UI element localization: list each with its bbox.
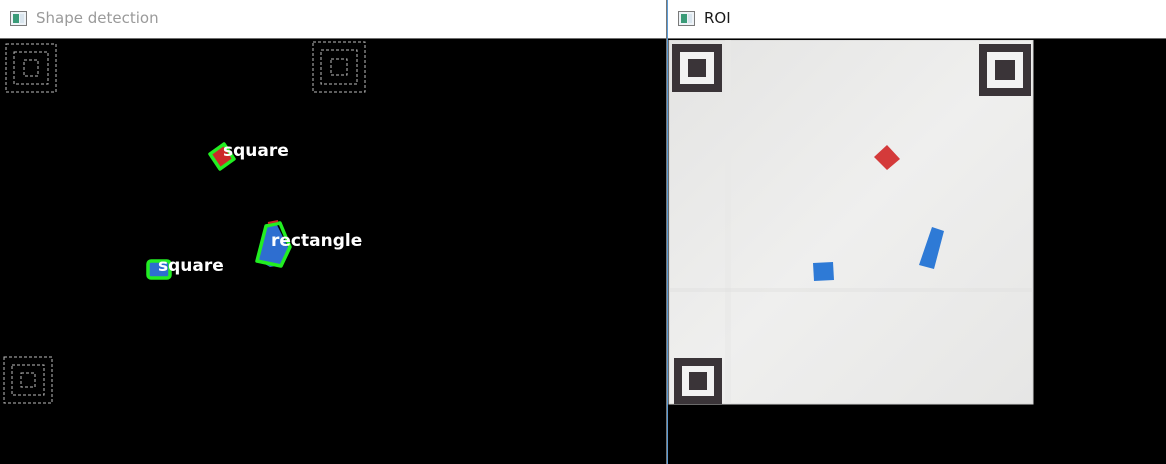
marker-edge-bottom-left — [3, 356, 53, 404]
roi-window: ROI — [667, 0, 1166, 464]
label-rectangle: rectangle — [271, 231, 362, 251]
window-icon — [10, 11, 27, 26]
window-title: Shape detection — [36, 9, 159, 27]
blue-square-piece — [813, 262, 834, 281]
title-bar[interactable]: Shape detection — [0, 0, 666, 39]
title-bar[interactable]: ROI — [668, 0, 1166, 39]
roi-canvas — [668, 40, 1166, 464]
marker-top-left — [672, 44, 722, 92]
window-icon — [678, 11, 695, 26]
label-square-top: square — [223, 141, 289, 161]
roi-photo — [669, 40, 1033, 404]
marker-edge-top-right — [312, 41, 366, 93]
marker-bottom-left — [674, 358, 722, 404]
window-title: ROI — [704, 9, 731, 27]
marker-edge-top-left — [5, 43, 57, 93]
detection-view: square rectangle square — [3, 41, 366, 404]
marker-top-right — [979, 44, 1031, 96]
roi-image — [668, 40, 1034, 405]
shape-detection-window: Shape detection square rectangle square — [0, 0, 667, 464]
label-square-bottom: square — [158, 256, 224, 276]
shape-detection-canvas: square rectangle square — [0, 40, 666, 464]
